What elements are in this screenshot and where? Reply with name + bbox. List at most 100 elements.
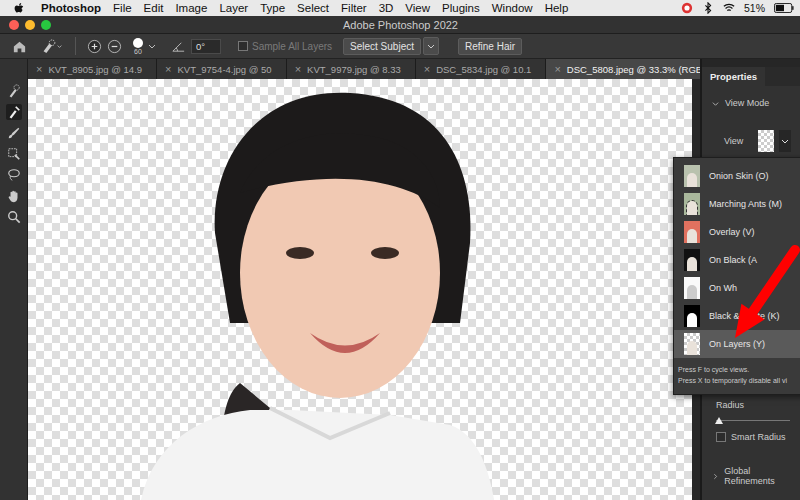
view-thumbnail-icon xyxy=(684,277,700,299)
document-area: × KVT_8905.jpg @ 14.9× KVT_9754-4.jpg @ … xyxy=(28,59,700,500)
tab-close-button[interactable]: × xyxy=(554,63,560,75)
smart-radius[interactable]: Smart Radius xyxy=(716,432,794,442)
view-menu-item[interactable]: On Layers (Y) xyxy=(674,330,800,358)
hand-icon[interactable] xyxy=(6,188,22,204)
close-button[interactable] xyxy=(9,20,19,30)
view-menu-label: On Wh xyxy=(709,283,737,293)
menu-item[interactable]: Type xyxy=(260,2,285,14)
options-bar: 60 0° Sample All Layers Select Subject R… xyxy=(0,34,800,59)
select-subject-dropdown[interactable] xyxy=(423,37,439,55)
properties-tab[interactable]: Properties xyxy=(702,67,765,86)
chevron-down-icon xyxy=(427,42,435,50)
figure-icon xyxy=(687,201,697,215)
zoom-button[interactable] xyxy=(41,20,51,30)
global-refinements[interactable]: Global Refinements xyxy=(712,466,794,486)
apple-icon[interactable] xyxy=(14,2,25,15)
quick-selection-tool-icon[interactable] xyxy=(40,39,64,54)
select-subject-button[interactable]: Select Subject xyxy=(343,38,421,55)
view-menu-item[interactable]: On Black (A xyxy=(674,246,800,274)
view-menu-item[interactable]: Overlay (V) xyxy=(674,218,800,246)
figure-icon xyxy=(687,173,697,187)
battery-icon[interactable] xyxy=(774,3,794,13)
slider-knob[interactable] xyxy=(715,417,723,424)
menu-item[interactable]: Image xyxy=(175,2,207,14)
menu-item[interactable]: Select xyxy=(297,2,329,14)
hint-text: Press X to temporarily disable all vi xyxy=(678,375,800,386)
brush-dot-icon xyxy=(133,38,143,48)
menu-item[interactable]: File xyxy=(113,2,132,14)
radius-slider[interactable] xyxy=(716,416,790,426)
tab-label: KVT_9754-4.jpg @ 50 xyxy=(178,64,272,75)
menu-item[interactable]: Help xyxy=(545,2,569,14)
tab-close-button[interactable]: × xyxy=(424,63,430,75)
tab-close-button[interactable]: × xyxy=(165,63,171,75)
view-menu-item[interactable]: On Wh xyxy=(674,274,800,302)
view-thumbnail-icon xyxy=(684,305,700,327)
red-arrow-icon xyxy=(0,0,800,500)
brush-icon[interactable] xyxy=(6,125,22,141)
view-menu-item[interactable]: Onion Skin (O) xyxy=(674,162,800,190)
bluetooth-icon[interactable] xyxy=(702,2,714,14)
view-mode-label: View Mode xyxy=(725,98,769,108)
document-tab[interactable]: × DSC_5834.jpg @ 10.1 xyxy=(416,59,547,79)
document-tab[interactable]: × KVT_8905.jpg @ 14.9 xyxy=(28,59,157,79)
creative-cloud-icon[interactable] xyxy=(681,2,693,14)
view-menu-label: Overlay (V) xyxy=(709,227,755,237)
view-thumbnail-icon xyxy=(684,193,700,215)
tab-label: DSC_5834.jpg @ 10.1 xyxy=(436,64,531,75)
tab-close-button[interactable]: × xyxy=(36,63,42,75)
collapse-icon[interactable] xyxy=(712,100,719,107)
battery-percent: 51% xyxy=(744,2,765,14)
add-to-selection-icon[interactable] xyxy=(87,39,102,54)
view-thumbnail-icon xyxy=(684,249,700,271)
status-icons: 51% xyxy=(681,2,800,14)
figure-icon xyxy=(687,229,697,243)
view-menu-label: Onion Skin (O) xyxy=(709,171,769,181)
brush-size-picker[interactable]: 60 xyxy=(133,38,143,55)
photo xyxy=(120,83,500,500)
menu-item[interactable]: View xyxy=(405,2,430,14)
refine-edge-brush-icon[interactable] xyxy=(6,104,22,120)
menu-item[interactable]: Layer xyxy=(219,2,248,14)
hint-text: Press F to cycle views. xyxy=(678,364,800,375)
wifi-icon[interactable] xyxy=(723,2,735,14)
menu-item[interactable]: Plugins xyxy=(442,2,480,14)
angle-field[interactable]: 0° xyxy=(191,39,221,54)
view-menu-label: Black & White (K) xyxy=(709,311,780,321)
angle-icon xyxy=(171,39,186,54)
view-menu-label: On Layers (Y) xyxy=(709,339,765,349)
view-menu-label: On Black (A xyxy=(709,255,757,265)
tab-close-button[interactable]: × xyxy=(295,63,301,75)
view-thumbnail[interactable] xyxy=(758,130,774,152)
menu-item[interactable]: Filter xyxy=(341,2,367,14)
lasso-icon[interactable] xyxy=(6,167,22,183)
menu-item[interactable]: Edit xyxy=(144,2,164,14)
document-tab[interactable]: × KVT_9754-4.jpg @ 50 xyxy=(157,59,287,79)
view-row: View xyxy=(712,108,794,152)
menu-item[interactable]: 3D xyxy=(379,2,394,14)
sample-all-layers-checkbox[interactable] xyxy=(238,41,248,51)
view-dropdown[interactable] xyxy=(779,130,791,152)
sample-all-layers-label: Sample All Layers xyxy=(252,41,332,52)
view-menu-item[interactable]: Black & White (K) xyxy=(674,302,800,330)
app-menu[interactable]: Photoshop xyxy=(41,2,101,14)
zoom-icon[interactable] xyxy=(6,209,22,225)
view-menu-item[interactable]: Marching Ants (M) xyxy=(674,190,800,218)
document-tab[interactable]: × KVT_9979.jpg @ 8.33 xyxy=(287,59,416,79)
home-icon[interactable] xyxy=(12,39,27,54)
window-title: Adobe Photoshop 2022 xyxy=(51,19,750,31)
subtract-from-selection-icon[interactable] xyxy=(107,39,122,54)
quick-selection-icon[interactable] xyxy=(6,83,22,99)
menu-item[interactable]: Window xyxy=(492,2,533,14)
minimize-button[interactable] xyxy=(25,20,35,30)
smart-radius-label: Smart Radius xyxy=(731,432,786,442)
object-selection-icon[interactable] xyxy=(6,146,22,162)
sample-all-layers[interactable]: Sample All Layers xyxy=(238,41,332,52)
view-thumbnail-icon xyxy=(684,333,700,355)
view-menu-hints: Press F to cycle views.Press X to tempor… xyxy=(674,358,800,394)
title-bar: Adobe Photoshop 2022 xyxy=(0,16,800,34)
chevron-down-icon[interactable] xyxy=(148,42,156,50)
refine-hair-button[interactable]: Refine Hair xyxy=(458,38,522,55)
canvas[interactable] xyxy=(28,79,692,500)
smart-radius-checkbox[interactable] xyxy=(716,432,726,442)
